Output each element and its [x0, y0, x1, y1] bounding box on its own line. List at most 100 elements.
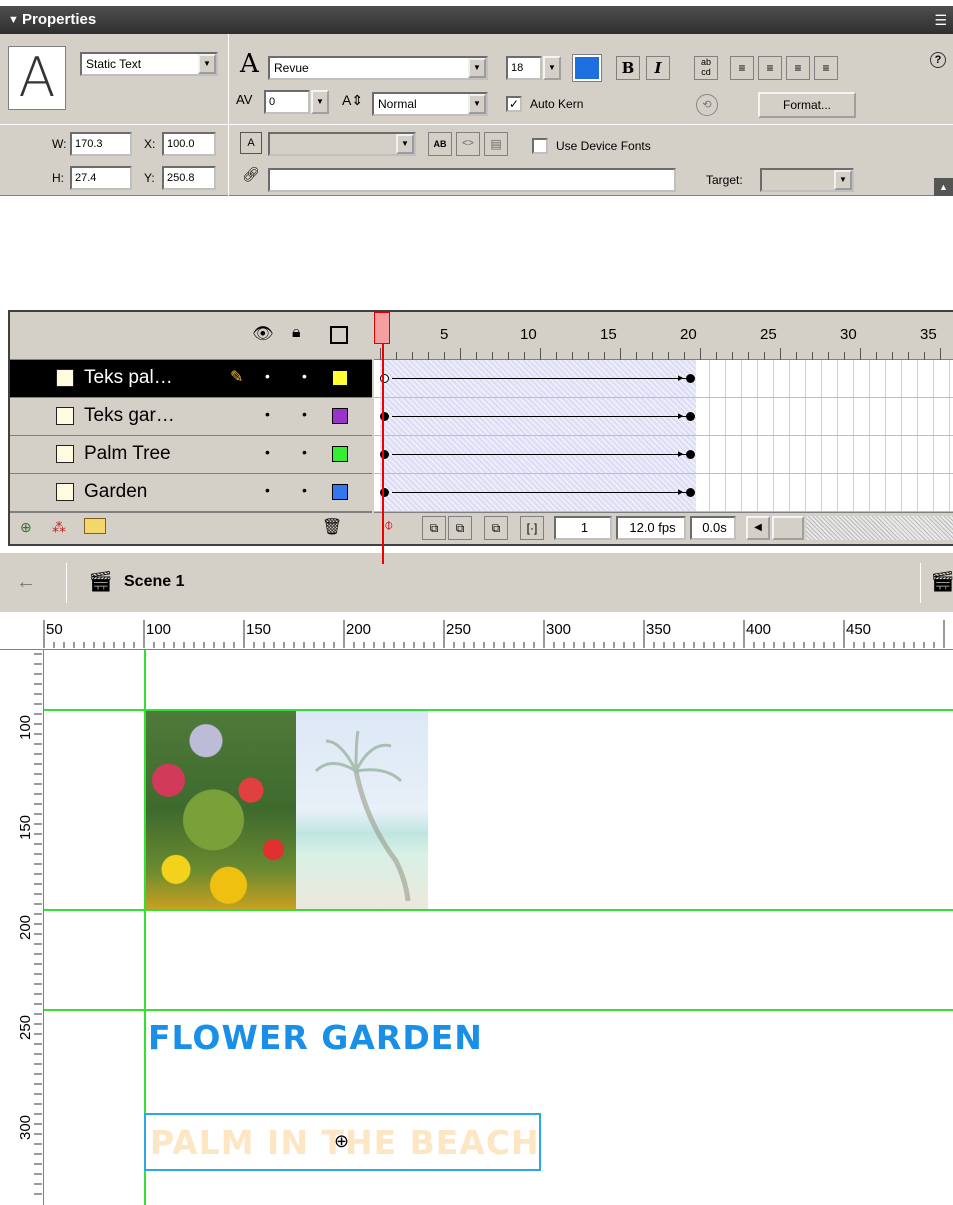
motion-tween-span[interactable]: ▸ [380, 436, 696, 473]
lock-icon[interactable]: 🔒︎ [292, 324, 301, 342]
keyframe-end[interactable] [686, 374, 695, 383]
auto-kern-checkbox[interactable]: ✓ [506, 96, 522, 112]
width-field[interactable]: 170.3 [70, 132, 132, 156]
layer-row[interactable]: Palm Tree • • [10, 436, 372, 474]
keyframe-end[interactable] [686, 488, 695, 497]
html-render-icon[interactable]: <> [456, 132, 480, 156]
modify-onion-markers-icon[interactable]: [·] [520, 516, 544, 540]
lock-toggle[interactable]: • [302, 396, 307, 432]
target-dropdown[interactable]: ▼ [760, 168, 854, 192]
stage-area[interactable]: 50 100 150 200 250 300 350 400 450 100 150 200 250 3… [0, 612, 953, 1205]
playhead-marker[interactable] [374, 312, 390, 344]
layer-name[interactable]: Teks gar… [84, 398, 175, 434]
text-selection-box[interactable]: PALM IN THE BEACH ⊕ [144, 1113, 541, 1171]
layer-row[interactable]: Garden • • [10, 474, 372, 512]
character-options-icon[interactable]: A [240, 132, 262, 154]
y-field[interactable]: 250.8 [162, 166, 216, 190]
italic-button[interactable]: I [646, 56, 670, 80]
frame-number: 5 [440, 326, 449, 343]
scroll-left-button[interactable]: ◀ [746, 516, 770, 540]
motion-tween-span[interactable]: ▸ [380, 398, 696, 435]
panel-options-menu-icon[interactable]: ☰ [934, 6, 947, 34]
tracking-field[interactable]: 0 [264, 90, 310, 114]
frame-row[interactable]: ▸ [374, 360, 953, 398]
align-right-icon[interactable]: ≡ [786, 56, 810, 80]
horizontal-scroll-track[interactable] [806, 516, 953, 540]
keyframe-end[interactable] [686, 450, 695, 459]
motion-tween-span[interactable]: ▸ [380, 360, 696, 397]
use-device-fonts-checkbox[interactable] [532, 138, 548, 154]
edit-multiple-frames-icon[interactable]: ⧉ [484, 516, 508, 540]
frame-grid[interactable]: 15101520253035 ▸▸▸▸ [374, 312, 953, 564]
layer-name[interactable]: Garden [84, 474, 147, 510]
layer-name[interactable]: Teks pal… [84, 360, 173, 396]
flower-garden-text[interactable]: FLOWER GARDEN [148, 1018, 483, 1057]
back-arrow-icon[interactable]: ← [16, 571, 36, 594]
text-color-swatch[interactable] [572, 54, 602, 82]
font-family-dropdown[interactable]: Revue ▼ [268, 56, 488, 80]
auto-kern-label: Auto Kern [530, 97, 584, 111]
format-button[interactable]: Format... [758, 92, 856, 118]
frame-row[interactable]: ▸ [374, 474, 953, 512]
keyframe-end[interactable] [686, 412, 695, 421]
layer-row[interactable]: Teks gar… • • [10, 398, 372, 436]
eye-icon[interactable]: 👁︎ [252, 324, 274, 344]
edit-scene-icon[interactable]: 🎬︎ [930, 569, 953, 594]
onion-skin-icon[interactable]: ⧉ [422, 516, 446, 540]
lock-toggle[interactable]: • [302, 472, 307, 508]
align-justify-icon[interactable]: ≡ [814, 56, 838, 80]
baseline-dropdown[interactable]: Normal ▼ [372, 92, 488, 116]
garden-image[interactable] [146, 711, 296, 909]
url-link-field[interactable] [268, 168, 676, 192]
insert-layer-icon[interactable]: ⊕ [20, 519, 32, 536]
help-icon[interactable]: ? [930, 52, 946, 68]
bold-button[interactable]: B [616, 56, 640, 80]
properties-title-bar[interactable]: ▼ Properties ☰ [0, 6, 953, 34]
frame-tick [428, 352, 429, 360]
trash-icon[interactable]: 🗑︎ [322, 517, 342, 537]
visibility-toggle[interactable]: • [265, 472, 270, 508]
lock-toggle[interactable]: • [302, 358, 307, 394]
onion-skin-outlines-icon[interactable]: ⧉ [448, 516, 472, 540]
palm-tree-image[interactable] [296, 711, 428, 909]
horizontal-guide-3[interactable] [44, 1009, 953, 1011]
layer-row[interactable]: Teks pal… ✎ • • [10, 360, 372, 398]
layer-name[interactable]: Palm Tree [84, 436, 171, 472]
tracking-slider-button[interactable]: ▼ [311, 90, 329, 114]
layer-outline-color[interactable] [332, 484, 348, 500]
layer-outline-color[interactable] [332, 408, 348, 424]
outline-icon[interactable] [330, 326, 348, 344]
rotate-text-icon[interactable]: ⟲ [696, 94, 718, 116]
horizontal-guide-2[interactable] [44, 909, 953, 911]
frame-row[interactable]: ▸ [374, 398, 953, 436]
visibility-toggle[interactable]: • [265, 396, 270, 432]
lock-toggle[interactable]: • [302, 434, 307, 470]
align-left-icon[interactable]: ≡ [730, 56, 754, 80]
scene-name[interactable]: Scene 1 [124, 573, 184, 591]
text-direction-icon[interactable]: ab cd [694, 56, 718, 80]
align-center-icon[interactable]: ≡ [758, 56, 782, 80]
add-motion-guide-icon[interactable]: ⁂ [52, 519, 66, 536]
text-type-dropdown[interactable]: Static Text ▼ [80, 52, 218, 76]
center-frame-icon[interactable]: ⌽ [384, 517, 394, 535]
visibility-toggle[interactable]: • [265, 358, 270, 394]
motion-tween-span[interactable]: ▸ [380, 474, 696, 511]
frame-ruler[interactable]: 15101520253035 [374, 312, 953, 360]
frame-tick [524, 352, 525, 360]
vruler-label: 150 [17, 815, 34, 840]
layer-outline-color[interactable] [332, 370, 348, 386]
font-size-field[interactable]: 18 [506, 56, 542, 80]
height-field[interactable]: 27.4 [70, 166, 132, 190]
horizontal-scroll-thumb[interactable] [772, 516, 804, 540]
x-field[interactable]: 100.0 [162, 132, 216, 156]
selectable-text-icon[interactable]: AB [428, 132, 452, 156]
font-size-slider-button[interactable]: ▼ [543, 56, 561, 80]
frame-row[interactable]: ▸ [374, 436, 953, 474]
collapse-triangle-icon[interactable]: ▼ [8, 6, 19, 34]
layer-outline-color[interactable] [332, 446, 348, 462]
border-icon[interactable]: ▤ [484, 132, 508, 156]
expand-panel-icon[interactable]: ▲ [934, 178, 953, 196]
insert-folder-icon[interactable] [84, 518, 106, 534]
line-type-dropdown[interactable]: ▼ [268, 132, 416, 156]
visibility-toggle[interactable]: • [265, 434, 270, 470]
